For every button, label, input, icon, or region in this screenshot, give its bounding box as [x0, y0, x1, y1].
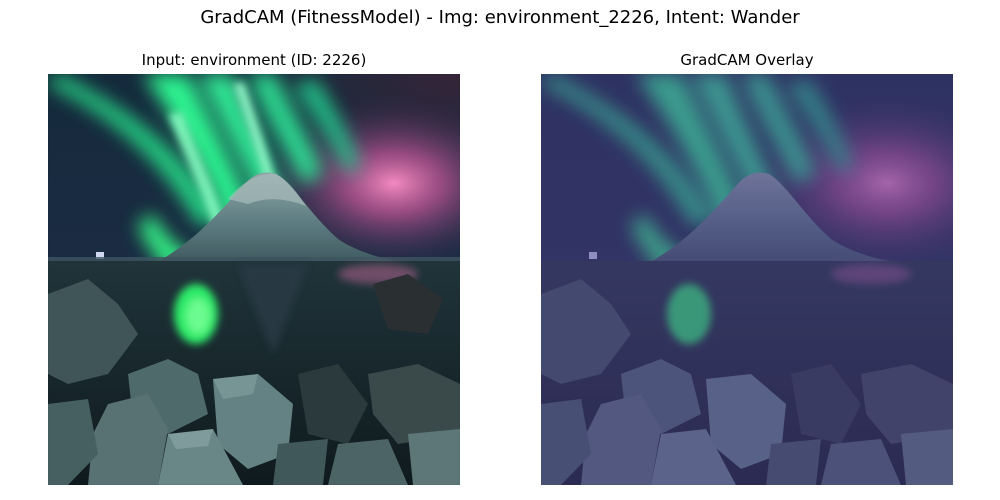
aurora-landscape-photo — [48, 74, 460, 485]
overlay-panel-title: GradCAM Overlay — [680, 51, 814, 69]
gradcam-overlay-image — [541, 74, 953, 485]
input-panel-title: Input: environment (ID: 2226) — [141, 51, 367, 69]
input-image — [48, 74, 460, 485]
figure-title: GradCAM (FitnessModel) - Img: environmen… — [200, 7, 800, 28]
aurora-landscape-photo-overlay — [541, 74, 953, 485]
